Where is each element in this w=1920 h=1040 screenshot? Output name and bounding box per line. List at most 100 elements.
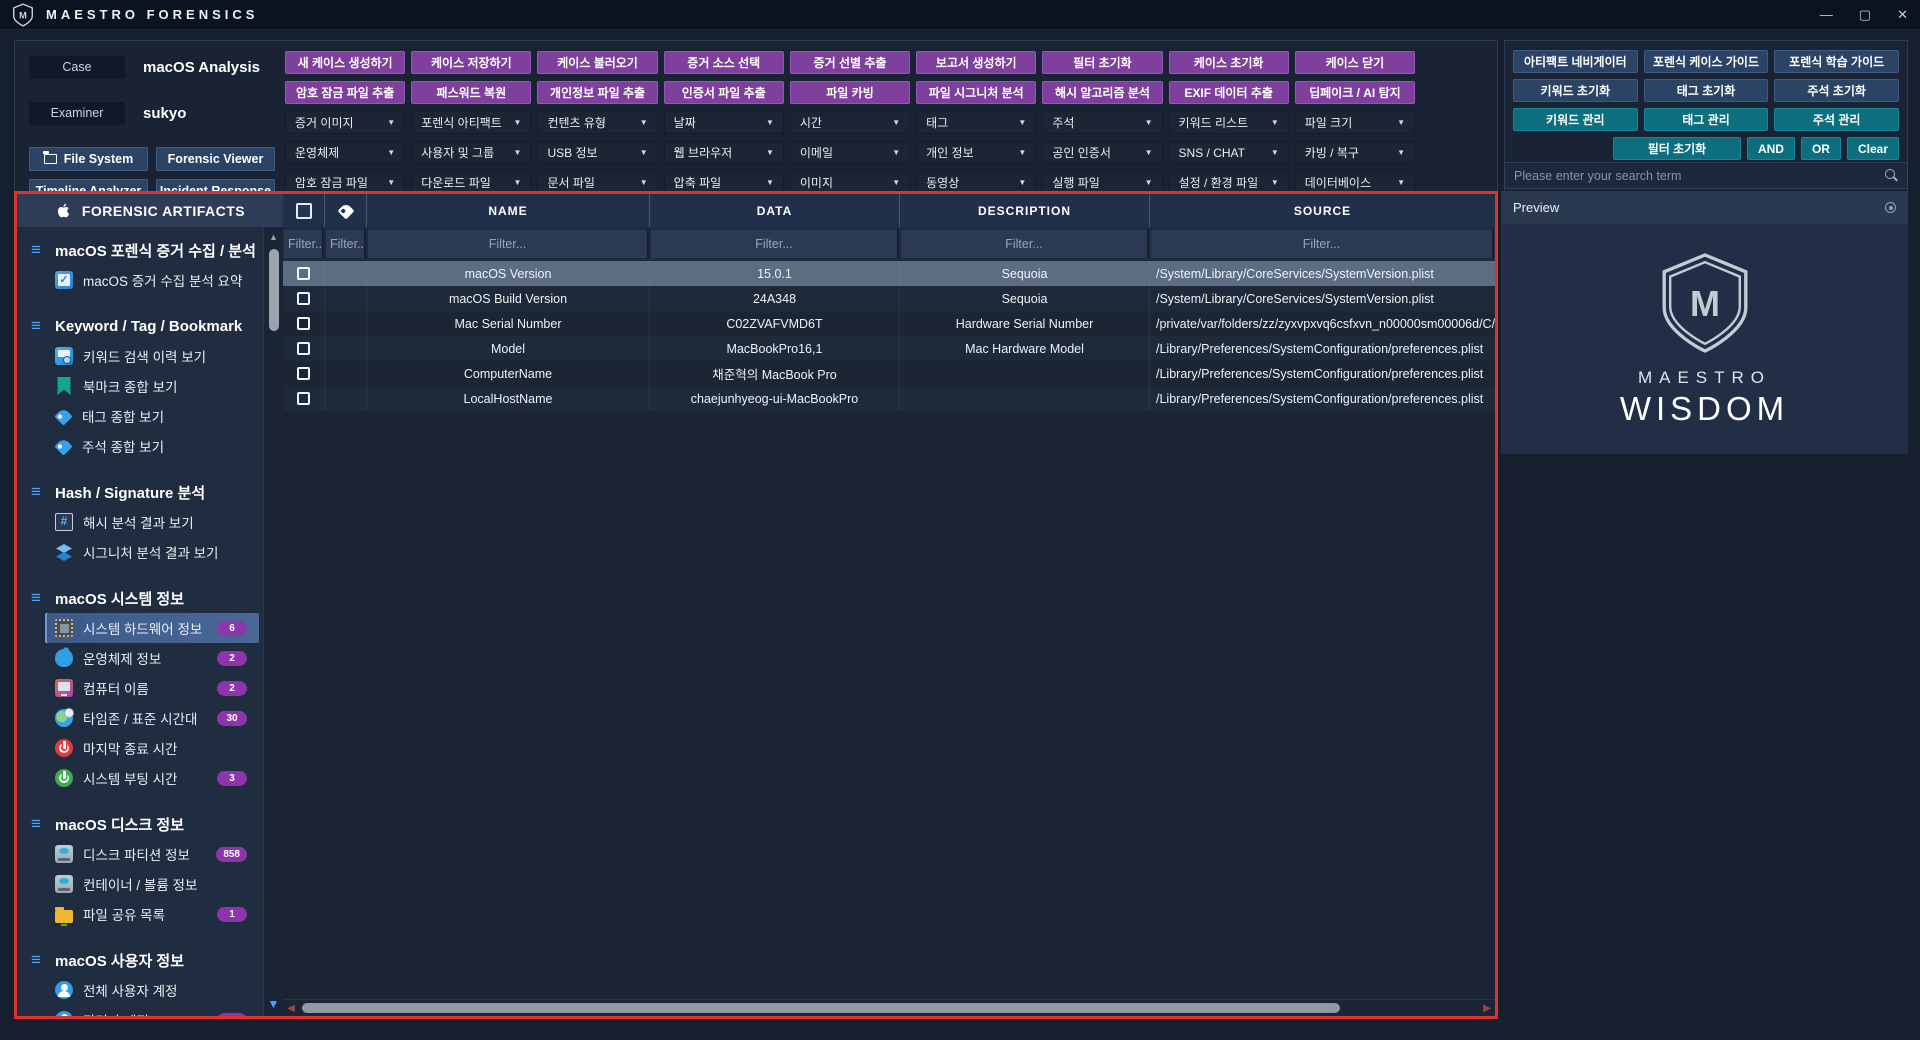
sidebar-section-title[interactable]: ≡macOS 사용자 정보 xyxy=(27,945,263,975)
action-button[interactable]: 해시 알고리즘 분석 xyxy=(1042,81,1162,104)
table-row[interactable]: ModelMacBookPro16,1Mac Hardware Model/Li… xyxy=(283,336,1495,361)
action-button[interactable]: 파일 카빙 xyxy=(790,81,910,104)
action-button[interactable]: 케이스 닫기 xyxy=(1295,51,1415,74)
sidebar-item[interactable]: 주석 종합 보기 xyxy=(27,431,259,461)
sidebar-item[interactable]: 타임존 / 표준 시간대30 xyxy=(27,703,259,733)
tag-column-header[interactable] xyxy=(325,194,367,227)
action-button[interactable]: 증거 소스 선택 xyxy=(664,51,784,74)
sidebar-section-title[interactable]: ≡macOS 디스크 정보 xyxy=(27,809,263,839)
checkbox-cell[interactable] xyxy=(283,261,325,286)
action-button[interactable]: 케이스 불러오기 xyxy=(537,51,657,74)
tool-button[interactable]: 주석 관리 xyxy=(1774,108,1899,131)
sidebar-item[interactable]: 관리자 계정1 xyxy=(27,1005,259,1016)
scroll-right-icon[interactable]: ▶ xyxy=(1479,1003,1495,1014)
column-header-data[interactable]: DATA xyxy=(650,194,900,227)
action-button[interactable]: 패스워드 복원 xyxy=(411,81,531,104)
table-row[interactable]: LocalHostNamechaejunhyeog-ui-MacBookPro/… xyxy=(283,386,1495,411)
filter-dropdown[interactable]: 주석▼ xyxy=(1042,111,1162,134)
sidebar-item[interactable]: 태그 종합 보기 xyxy=(27,401,259,431)
sidebar-item[interactable]: macOS 증거 수집 분석 요약 xyxy=(27,265,259,295)
column-header-source[interactable]: SOURCE xyxy=(1150,194,1495,227)
tool-button[interactable]: 포렌식 케이스 가이드 xyxy=(1644,50,1769,73)
table-row[interactable]: Mac Serial NumberC02ZVAFVMD6THardware Se… xyxy=(283,311,1495,336)
scrollbar-track[interactable] xyxy=(299,1000,1479,1016)
scroll-left-icon[interactable]: ◀ xyxy=(283,1003,299,1014)
filter-dropdown[interactable]: 포렌식 아티팩트▼ xyxy=(411,111,531,134)
or-button[interactable]: OR xyxy=(1801,137,1841,160)
sidebar-item[interactable]: 해시 분석 결과 보기 xyxy=(27,507,259,537)
sidebar-section-title[interactable]: ≡macOS 포렌식 증거 수집 / 분석 xyxy=(27,235,263,265)
preview-options-icon[interactable] xyxy=(1885,202,1896,213)
filter-input[interactable] xyxy=(651,237,897,251)
sidebar-item[interactable]: 디스크 파티션 정보858 xyxy=(27,839,259,869)
sidebar-item[interactable]: 컴퓨터 이름2 xyxy=(27,673,259,703)
nav-button-file-system[interactable]: File System xyxy=(29,147,148,171)
scroll-down-icon[interactable]: ▼ xyxy=(268,997,280,1011)
select-all-cell[interactable] xyxy=(283,194,325,227)
tool-button[interactable]: 주석 초기화 xyxy=(1774,79,1899,102)
row-checkbox[interactable] xyxy=(297,392,310,405)
table-row[interactable]: macOS Version15.0.1Sequoia/System/Librar… xyxy=(283,261,1495,286)
close-button[interactable]: ✕ xyxy=(1897,0,1908,30)
action-button[interactable]: 케이스 초기화 xyxy=(1169,51,1289,74)
sidebar-item[interactable]: 마지막 종료 시간 xyxy=(27,733,259,763)
scrollbar-thumb[interactable] xyxy=(269,249,279,331)
filter-dropdown[interactable]: 컨텐츠 유형▼ xyxy=(537,111,657,134)
tool-button[interactable]: 키워드 관리 xyxy=(1513,108,1638,131)
sidebar-section-title[interactable]: ≡macOS 시스템 정보 xyxy=(27,583,263,613)
filter-input[interactable] xyxy=(1151,237,1492,251)
action-button[interactable]: 개인정보 파일 추출 xyxy=(537,81,657,104)
action-button[interactable]: EXIF 데이터 추출 xyxy=(1169,81,1289,104)
filter-input[interactable] xyxy=(901,237,1147,251)
horizontal-scrollbar[interactable]: ◀ ▶ xyxy=(283,999,1495,1016)
action-button[interactable]: 증거 선별 추출 xyxy=(790,51,910,74)
row-checkbox[interactable] xyxy=(297,267,310,280)
action-button[interactable]: 새 케이스 생성하기 xyxy=(285,51,405,74)
filter-dropdown[interactable]: 파일 크기▼ xyxy=(1295,111,1415,134)
table-row[interactable]: macOS Build Version24A348Sequoia/System/… xyxy=(283,286,1495,311)
action-button[interactable]: 보고서 생성하기 xyxy=(916,51,1036,74)
search-icon[interactable] xyxy=(1885,169,1898,182)
filter-dropdown[interactable]: 이메일▼ xyxy=(790,141,910,164)
checkbox-cell[interactable] xyxy=(283,386,325,411)
filter-dropdown[interactable]: 개인 정보▼ xyxy=(916,141,1036,164)
filter-dropdown[interactable]: 운영체제▼ xyxy=(285,141,405,164)
clear-button[interactable]: Clear xyxy=(1847,137,1899,160)
filter-dropdown[interactable]: 카빙 / 복구▼ xyxy=(1295,141,1415,164)
filter-dropdown[interactable]: USB 정보▼ xyxy=(537,141,657,164)
sidebar-section-title[interactable]: ≡Hash / Signature 분석 xyxy=(27,477,263,507)
filter-dropdown[interactable]: 사용자 및 그룹▼ xyxy=(411,141,531,164)
filter-input[interactable] xyxy=(326,237,364,251)
action-button[interactable]: 필터 초기화 xyxy=(1042,51,1162,74)
checkbox-cell[interactable] xyxy=(283,361,325,386)
sidebar-scrollbar[interactable]: ▲ ▼ xyxy=(263,227,283,1016)
sidebar-item[interactable]: 시스템 부팅 시간3 xyxy=(27,763,259,793)
filter-dropdown[interactable]: 공인 인증서▼ xyxy=(1042,141,1162,164)
filter-input[interactable] xyxy=(368,237,647,251)
sidebar-item[interactable]: 파일 공유 목록1 xyxy=(27,899,259,929)
filter-dropdown[interactable]: 태그▼ xyxy=(916,111,1036,134)
tool-button[interactable]: 태그 초기화 xyxy=(1644,79,1769,102)
action-button[interactable]: 암호 잠금 파일 추출 xyxy=(285,81,405,104)
sidebar-item[interactable]: 전체 사용자 계정 xyxy=(27,975,259,1005)
filter-dropdown[interactable]: SNS / CHAT▼ xyxy=(1169,141,1289,164)
and-button[interactable]: AND xyxy=(1747,137,1795,160)
sidebar-item[interactable]: 시스템 하드웨어 정보6 xyxy=(45,613,259,643)
filter-dropdown[interactable]: 키워드 리스트▼ xyxy=(1169,111,1289,134)
filter-dropdown[interactable]: 증거 이미지▼ xyxy=(285,111,405,134)
row-checkbox[interactable] xyxy=(297,367,310,380)
filter-reset-button[interactable]: 필터 초기화 xyxy=(1613,137,1741,160)
tool-button[interactable]: 아티팩트 네비게이터 xyxy=(1513,50,1638,73)
checkbox-cell[interactable] xyxy=(283,336,325,361)
column-header-name[interactable]: NAME xyxy=(367,194,650,227)
sidebar-section-title[interactable]: ≡Keyword / Tag / Bookmark xyxy=(27,311,263,341)
sidebar-item[interactable]: 운영체제 정보2 xyxy=(27,643,259,673)
row-checkbox[interactable] xyxy=(297,292,310,305)
select-all-checkbox[interactable] xyxy=(296,203,312,219)
column-header-description[interactable]: DESCRIPTION xyxy=(900,194,1150,227)
sidebar-item[interactable]: 키워드 검색 이력 보기 xyxy=(27,341,259,371)
table-row[interactable]: ComputerName채준혁의 MacBook Pro/Library/Pre… xyxy=(283,361,1495,386)
action-button[interactable]: 파일 시그니처 분석 xyxy=(916,81,1036,104)
sidebar-item[interactable]: 컨테이너 / 볼륨 정보 xyxy=(27,869,259,899)
checkbox-cell[interactable] xyxy=(283,286,325,311)
